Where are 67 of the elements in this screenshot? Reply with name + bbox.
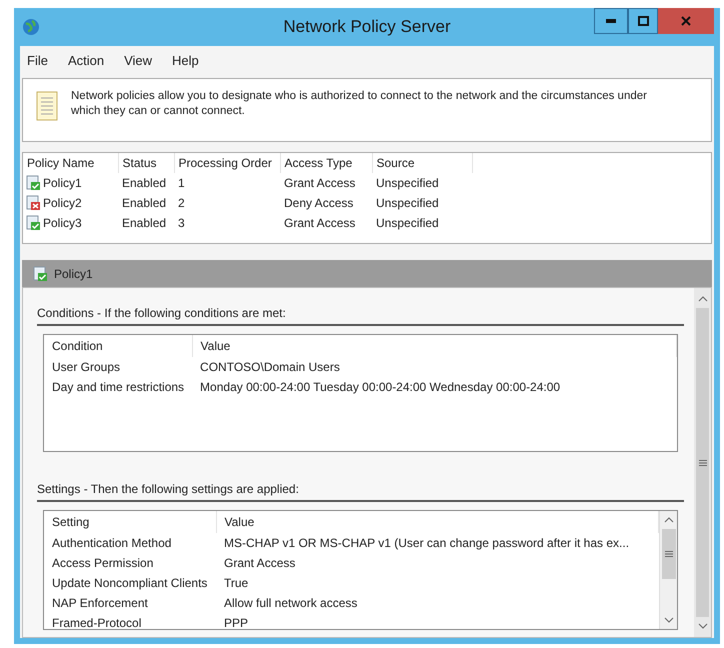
menu-item[interactable]: View — [124, 51, 152, 71]
close-icon — [681, 16, 691, 26]
info-text: Network policies allow you to designate who is authorized to connect to the network and the circumstances under which they can or cannot connect. — [71, 89, 648, 119]
table-cell-text: Policy1 — [43, 175, 82, 192]
menu-item[interactable]: File — [27, 51, 48, 71]
column-header[interactable]: Policy Name — [23, 153, 118, 173]
table-cell-text: PPP — [223, 615, 250, 629]
table-cell-text: Allow full network access — [223, 595, 358, 612]
maximize-icon — [638, 16, 648, 26]
table-cell: Authentication Method — [44, 533, 216, 553]
table-cell-text: Monday 00:00-24:00 Tuesday 00:00-24:00 Wednesday 00:00-24:00 — [199, 379, 562, 396]
maximize-button[interactable] — [628, 8, 658, 34]
table-cell-text: Enabled — [121, 195, 168, 212]
scroll-thumb[interactable] — [662, 529, 676, 579]
policy-check-icon — [32, 266, 50, 282]
grip-icon — [698, 460, 706, 466]
table-cell: CONTOSO\Domain Users — [192, 357, 676, 377]
table-cell-text: 3 — [177, 215, 186, 232]
table-cell-text: Unspecified — [375, 195, 440, 212]
table-cell-text: True — [223, 575, 250, 592]
scrollbar[interactable] — [659, 511, 677, 629]
policy-check-icon — [25, 215, 43, 231]
column-header[interactable]: Setting — [44, 511, 216, 533]
scroll-up-icon[interactable] — [698, 296, 708, 302]
table-cell-text: Day and time restrictions — [51, 379, 186, 396]
table-cell: MS-CHAP v1 OR MS-CHAP v1 (User can change password after it has ex... — [216, 533, 658, 553]
globe-icon — [22, 18, 40, 36]
scrollbar[interactable] — [694, 288, 711, 637]
menu-item[interactable]: Help — [172, 51, 199, 71]
column-header[interactable]: Access Type — [280, 153, 372, 173]
table-cell: Unspecified — [372, 173, 472, 193]
table-cell-text: Access Permission — [51, 555, 154, 572]
table-cell-text: Grant Access — [283, 215, 356, 232]
menu-item[interactable]: Action — [68, 51, 104, 71]
policy-deny-icon — [25, 195, 43, 211]
table-cell: Grant Access — [280, 173, 372, 193]
scroll-thumb[interactable] — [696, 308, 709, 617]
table-cell: Enabled — [118, 173, 174, 193]
section-heading: Conditions - If the following conditions are met: — [37, 304, 684, 326]
scroll-down-icon[interactable] — [698, 623, 708, 629]
table-cell-text: Policy2 — [43, 195, 82, 212]
column-header[interactable]: Processing Order — [174, 153, 280, 173]
window-title: Network Policy Server — [282, 16, 452, 38]
table-cell-text: Grant Access — [223, 555, 296, 572]
column-header[interactable]: Condition — [44, 335, 192, 357]
table-cell-text: NAP Enforcement — [51, 595, 149, 612]
table-cell-text: Enabled — [121, 215, 168, 232]
table-cell-text: Unspecified — [375, 215, 440, 232]
minimize-icon — [606, 19, 616, 23]
column-header[interactable]: Source — [372, 153, 472, 173]
minimize-button[interactable] — [594, 8, 628, 34]
policy-check-icon — [25, 175, 43, 191]
table-cell-text: Deny Access — [283, 195, 354, 212]
table-cell-text: 2 — [177, 195, 186, 212]
table-cell-text: Policy3 — [43, 215, 82, 232]
scroll-down-icon[interactable] — [664, 617, 674, 623]
table-cell-text: Framed-Protocol — [51, 615, 142, 629]
table-cell: 1 — [174, 173, 280, 193]
section-heading: Settings - Then the following settings are applied: — [37, 480, 684, 502]
table-cell-text: Update Noncompliant Clients — [51, 575, 208, 592]
column-header[interactable]: Status — [118, 153, 174, 173]
close-button[interactable] — [658, 8, 714, 34]
table-cell: User Groups — [44, 357, 192, 377]
scroll-up-icon[interactable] — [664, 517, 674, 523]
column-header[interactable]: Value — [192, 335, 676, 357]
detail-title: Policy1 — [54, 266, 93, 282]
grip-icon — [664, 551, 672, 557]
